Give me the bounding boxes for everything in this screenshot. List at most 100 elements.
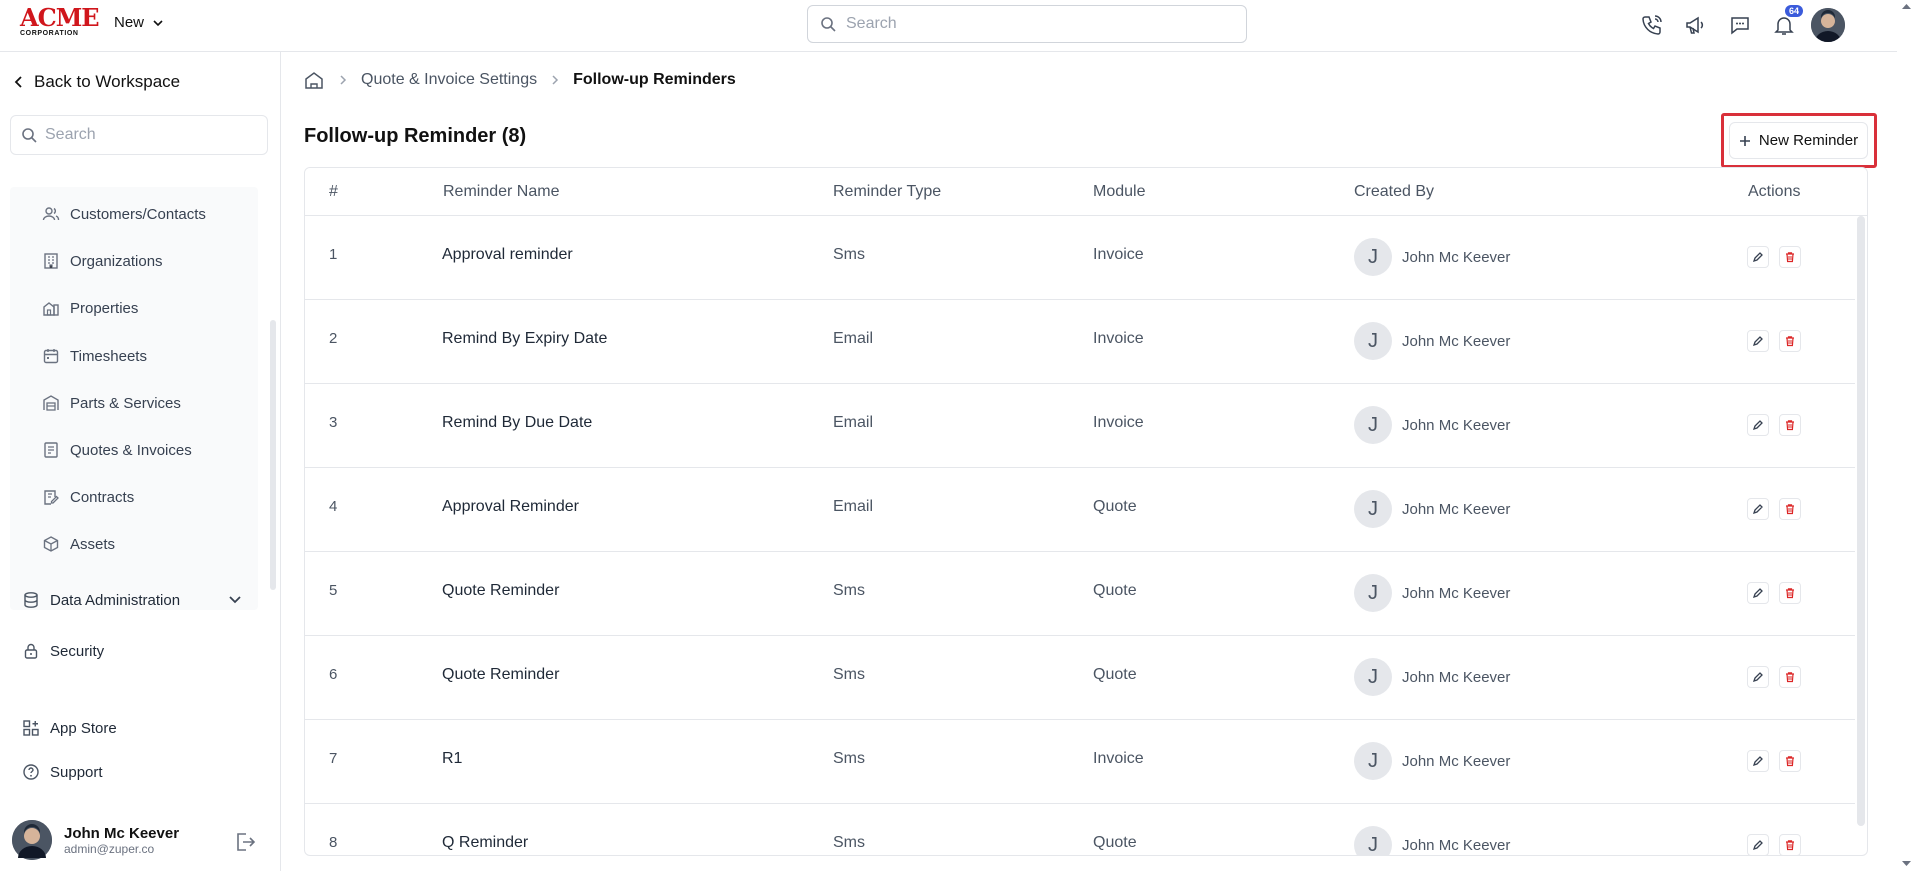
contract-icon xyxy=(42,488,60,506)
edit-button[interactable] xyxy=(1747,330,1769,352)
row-number: 7 xyxy=(329,750,338,767)
sidebar-item-label: Customers/Contacts xyxy=(70,205,206,223)
new-reminder-button[interactable]: New Reminder xyxy=(1729,122,1868,159)
created-by: J John Mc Keever xyxy=(1354,826,1510,855)
bell-icon[interactable]: 64 xyxy=(1767,5,1803,42)
table-row: 1 Approval reminder Sms Invoice J John M… xyxy=(305,216,1855,300)
page-title: Follow-up Reminder (8) xyxy=(304,125,527,147)
search-placeholder: Search xyxy=(846,15,897,32)
trash-icon xyxy=(1786,756,1794,767)
edit-button[interactable] xyxy=(1747,666,1769,688)
sidebar-item-assets[interactable]: Assets xyxy=(42,535,115,553)
sidebar: Back to Workspace Search Customers/Conta… xyxy=(0,52,281,871)
edit-button[interactable] xyxy=(1747,246,1769,268)
delete-button[interactable] xyxy=(1779,750,1801,772)
row-number: 3 xyxy=(329,414,338,431)
scroll-down-icon[interactable] xyxy=(1901,860,1912,868)
database-icon xyxy=(24,592,38,608)
chevron-right-icon xyxy=(552,75,559,85)
edit-button[interactable] xyxy=(1747,834,1769,855)
delete-button[interactable] xyxy=(1779,330,1801,352)
invoice-icon xyxy=(42,441,60,459)
reminder-type: Sms xyxy=(833,834,865,851)
megaphone-icon[interactable] xyxy=(1679,8,1713,42)
avatar: J xyxy=(1354,826,1392,855)
pencil-icon xyxy=(1752,336,1763,347)
company-logo[interactable]: ACME CORPORATION xyxy=(20,3,100,38)
sidebar-item-support[interactable]: Support xyxy=(22,763,103,781)
reminder-name: Q Reminder xyxy=(442,834,529,851)
sidebar-item-data-administration[interactable]: Data Administration xyxy=(22,591,180,609)
row-actions xyxy=(1747,666,1801,688)
sidebar-item-label: Support xyxy=(50,763,103,781)
page-scrollbar[interactable] xyxy=(1897,0,1916,871)
column-header-actions: Actions xyxy=(1748,183,1801,200)
sidebar-item-properties[interactable]: Properties xyxy=(42,299,138,317)
table-scrollbar[interactable] xyxy=(1857,216,1865,826)
sidebar-item-timesheets[interactable]: Timesheets xyxy=(42,347,147,365)
pencil-icon xyxy=(1752,756,1763,767)
sidebar-item-security[interactable]: Security xyxy=(22,642,104,660)
reminders-table: # Reminder Name Reminder Type Module Cre… xyxy=(304,167,1868,856)
sidebar-item-contracts[interactable]: Contracts xyxy=(42,488,134,506)
column-header-reminder-type: Reminder Type xyxy=(833,183,942,200)
user-avatar[interactable] xyxy=(1811,8,1845,42)
chat-icon[interactable] xyxy=(1723,8,1757,42)
module: Quote xyxy=(1093,498,1137,515)
new-menu-button[interactable]: New xyxy=(114,14,164,31)
scroll-up-icon[interactable] xyxy=(1901,2,1912,10)
search-icon xyxy=(22,128,37,143)
edit-button[interactable] xyxy=(1747,414,1769,436)
global-search-input[interactable]: Search xyxy=(807,5,1247,43)
delete-button[interactable] xyxy=(1779,666,1801,688)
logout-icon[interactable] xyxy=(234,831,256,853)
sidebar-item-app-store[interactable]: App Store xyxy=(22,719,117,737)
sidebar-item-customers-contacts[interactable]: Customers/Contacts xyxy=(42,205,206,223)
delete-button[interactable] xyxy=(1779,414,1801,436)
created-by-name: John Mc Keever xyxy=(1402,668,1511,686)
edit-button[interactable] xyxy=(1747,582,1769,604)
trash-icon xyxy=(1786,588,1794,599)
sidebar-item-quotes-invoices[interactable]: Quotes & Invoices xyxy=(42,441,192,459)
edit-button[interactable] xyxy=(1747,750,1769,772)
sidebar-item-parts-services[interactable]: Parts & Services xyxy=(42,394,181,412)
pencil-icon xyxy=(1752,672,1763,683)
trash-icon xyxy=(1786,840,1794,851)
trash-icon xyxy=(1786,336,1794,347)
chevron-down-icon[interactable] xyxy=(228,592,242,606)
reminder-type: Sms xyxy=(833,246,865,263)
sidebar-item-organizations[interactable]: Organizations xyxy=(42,252,163,270)
row-number: 8 xyxy=(329,834,338,851)
sidebar-item-label: Quotes & Invoices xyxy=(70,441,192,459)
module: Quote xyxy=(1093,834,1137,851)
phone-icon[interactable] xyxy=(1635,8,1669,42)
reminder-type: Email xyxy=(833,414,874,431)
module: Invoice xyxy=(1093,330,1144,347)
module: Quote xyxy=(1093,582,1137,599)
sidebar-item-label: Organizations xyxy=(70,252,163,270)
sidebar-item-label: Properties xyxy=(70,299,139,317)
edit-button[interactable] xyxy=(1747,498,1769,520)
sidebar-scrollbar[interactable] xyxy=(270,320,276,590)
apps-icon xyxy=(23,720,39,736)
home-icon[interactable] xyxy=(303,70,325,90)
chevron-down-icon xyxy=(153,19,163,26)
user-email: admin@zuper.co xyxy=(64,841,155,856)
delete-button[interactable] xyxy=(1779,498,1801,520)
delete-button[interactable] xyxy=(1779,834,1801,855)
delete-button[interactable] xyxy=(1779,246,1801,268)
avatar: J xyxy=(1354,658,1392,696)
delete-button[interactable] xyxy=(1779,582,1801,604)
row-number: 1 xyxy=(329,246,338,263)
sidebar-search-input[interactable]: Search xyxy=(10,115,268,155)
column-header-number: # xyxy=(329,183,338,200)
logo-text: ACME xyxy=(20,3,100,32)
user-profile[interactable]: John Mc Keever admin@zuper.co xyxy=(12,820,179,860)
reminder-name: Approval Reminder xyxy=(442,498,579,515)
breadcrumb-quote-invoice-settings[interactable]: Quote & Invoice Settings xyxy=(361,71,537,89)
reminder-name: Quote Reminder xyxy=(442,582,560,599)
back-to-workspace-link[interactable]: Back to Workspace xyxy=(14,72,180,92)
trash-icon xyxy=(1786,252,1794,263)
column-header-created-by: Created By xyxy=(1354,183,1435,200)
reminder-type: Email xyxy=(833,498,874,515)
